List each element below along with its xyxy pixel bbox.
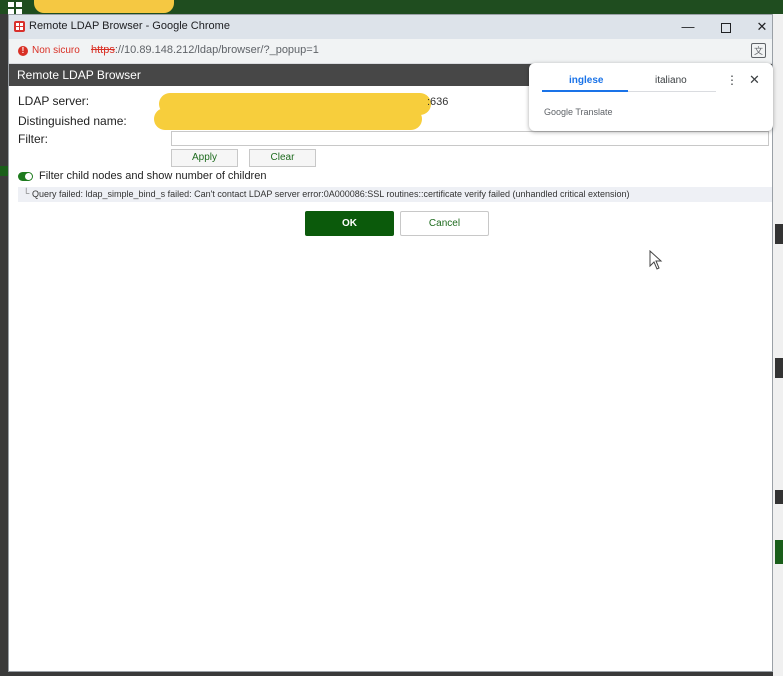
maximize-icon <box>721 22 731 33</box>
security-status[interactable]: Non sicuro <box>32 45 80 56</box>
filter-child-nodes-toggle[interactable] <box>18 172 33 181</box>
maximize-button[interactable] <box>717 18 735 36</box>
window-titlebar[interactable]: Remote LDAP Browser - Google Chrome — ✕ <box>9 15 772 39</box>
error-message: Query failed: ldap_simple_bind_s failed:… <box>32 189 630 199</box>
redaction-mark <box>154 108 422 130</box>
filter-child-nodes-label: Filter child nodes and show number of ch… <box>39 170 267 182</box>
active-tab-indicator <box>542 90 628 92</box>
ldap-server-label: LDAP server: <box>18 94 90 108</box>
translate-icon[interactable]: 文 <box>751 43 766 58</box>
background-app-fragment <box>775 540 783 564</box>
dialog-title: Remote LDAP Browser <box>17 68 141 82</box>
ldap-server-port: :636 <box>427 96 449 108</box>
redaction-mark <box>34 0 174 13</box>
google-translate-brand: Google Translate <box>544 107 613 117</box>
background-app-fragment <box>775 224 783 244</box>
url-path: ://10.89.148.212/ldap/browser/?_popup=1 <box>114 44 319 56</box>
app-grid-logo-icon <box>8 0 28 14</box>
tree-branch-icon: └ <box>23 188 30 198</box>
background-app-left <box>0 14 8 676</box>
minimize-button[interactable]: — <box>679 18 697 36</box>
background-app-bottom <box>8 672 773 676</box>
mouse-cursor-icon <box>649 250 663 270</box>
background-accent <box>0 166 8 176</box>
tree-error-row: └ Query failed: ldap_simple_bind_s faile… <box>18 187 772 202</box>
close-translate-button[interactable]: ✕ <box>749 72 760 88</box>
background-app-fragment <box>775 490 783 504</box>
fortinet-app-icon <box>14 21 25 32</box>
more-options-icon[interactable]: ⋮ <box>726 73 738 87</box>
ok-button[interactable]: OK <box>305 211 394 236</box>
translate-popup: inglese italiano ⋮ ✕ Google Translate <box>529 63 773 131</box>
browser-popup-window: Remote LDAP Browser - Google Chrome — ✕ … <box>8 14 773 672</box>
filter-input[interactable] <box>171 131 769 146</box>
cancel-button[interactable]: Cancel <box>400 211 489 236</box>
url-text[interactable]: https://10.89.148.212/ldap/browser/?_pop… <box>91 44 319 56</box>
filter-label: Filter: <box>18 132 48 146</box>
translate-tab-source[interactable]: inglese <box>569 75 603 86</box>
translate-tab-target[interactable]: italiano <box>655 75 687 86</box>
url-scheme: https <box>91 44 115 56</box>
address-bar[interactable]: ! Non sicuro https://10.89.148.212/ldap/… <box>9 39 772 64</box>
background-app-right <box>773 14 783 676</box>
clear-button[interactable]: Clear <box>249 149 316 167</box>
warning-icon[interactable]: ! <box>18 46 28 56</box>
distinguished-name-label: Distinguished name: <box>18 114 127 128</box>
apply-button[interactable]: Apply <box>171 149 238 167</box>
tab-divider <box>628 91 716 92</box>
window-title: Remote LDAP Browser - Google Chrome <box>29 20 230 32</box>
background-app-fragment <box>775 358 783 378</box>
close-window-button[interactable]: ✕ <box>753 18 771 36</box>
